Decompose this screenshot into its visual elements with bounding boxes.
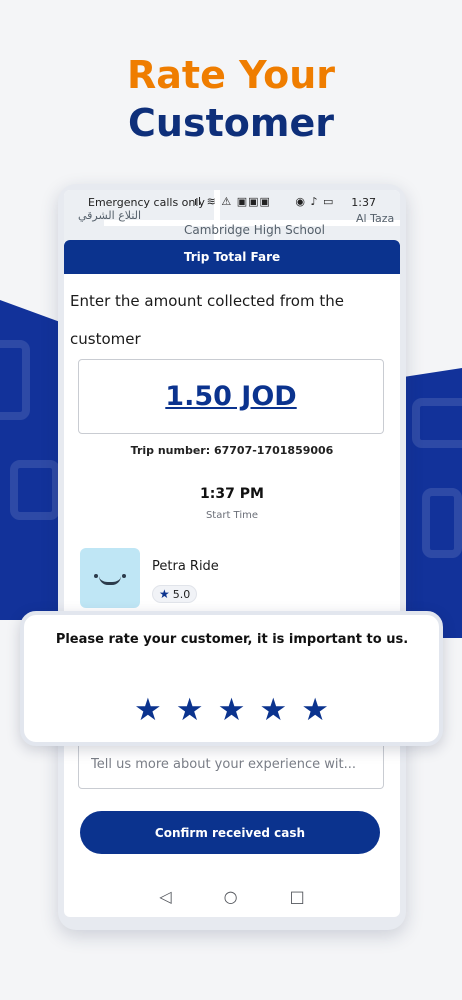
signal-icon: ıl: [194, 195, 203, 208]
star-4-icon[interactable]: ★: [259, 695, 287, 726]
map-label-school: Cambridge High School: [184, 223, 325, 237]
alert-icon: ⚠: [221, 195, 233, 208]
star-2-icon[interactable]: ★: [176, 695, 204, 726]
location-icon: ◉: [295, 195, 307, 208]
customer-rating-value: 5.0: [172, 587, 191, 601]
rate-prompt: Please rate your customer, it is importa…: [55, 632, 409, 647]
amount-field[interactable]: 1.50 JOD: [78, 359, 384, 434]
status-bar: Emergency calls only ıl ≋ ⚠ ▣▣▣ ◉ ♪ ▭ 1:…: [64, 194, 400, 212]
recents-nav-icon[interactable]: □: [290, 887, 305, 906]
home-nav-icon[interactable]: ○: [224, 887, 238, 906]
star-icon: ★: [159, 587, 170, 601]
avatar-eye-left: [94, 574, 98, 578]
status-icons: ıl ≋ ⚠ ▣▣▣ ◉ ♪ ▭: [194, 195, 334, 208]
phone-screen: Cambridge High School التلاع الشرقي Al T…: [64, 190, 400, 917]
customer-avatar: [80, 548, 140, 608]
confirm-received-cash-button[interactable]: Confirm received cash: [80, 811, 380, 854]
back-nav-icon[interactable]: ◁: [159, 887, 171, 906]
trip-number: Trip number: 67707-1701859006: [130, 444, 334, 457]
amount-value[interactable]: 1.50 JOD: [165, 381, 296, 412]
customer-name: Petra Ride: [152, 559, 219, 574]
android-nav-bar: ◁ ○ □: [64, 880, 400, 912]
customer-rating-badge: ★ 5.0: [152, 585, 198, 603]
sheet-title: Trip Total Fare: [64, 240, 400, 274]
star-1-icon[interactable]: ★: [134, 695, 162, 726]
battery-icon: ▭: [323, 195, 335, 208]
avatar-eye-right: [122, 574, 126, 578]
avatar-mouth: [99, 576, 121, 585]
rate-customer-card: Please rate your customer, it is importa…: [20, 611, 443, 746]
headline-rate-your: Rate Your: [127, 53, 335, 97]
wifi-icon: ≋: [206, 195, 217, 208]
map-label-taza: Al Taza: [356, 212, 395, 225]
mute-icon: ♪: [310, 195, 319, 208]
headline-customer: Customer: [128, 101, 334, 145]
status-time: 1:37: [351, 196, 376, 209]
amount-instruction: Enter the amount collected from the cust…: [70, 292, 344, 348]
app-icons: ▣▣▣: [236, 195, 271, 208]
star-5-icon[interactable]: ★: [301, 695, 329, 726]
start-time-label: Start Time: [205, 510, 259, 521]
carrier-text: Emergency calls only: [88, 196, 205, 209]
experience-comment-input[interactable]: [78, 740, 384, 789]
star-rating[interactable]: ★ ★ ★ ★ ★: [24, 695, 439, 726]
start-time: 1:37 PM: [200, 486, 264, 502]
star-3-icon[interactable]: ★: [218, 695, 246, 726]
